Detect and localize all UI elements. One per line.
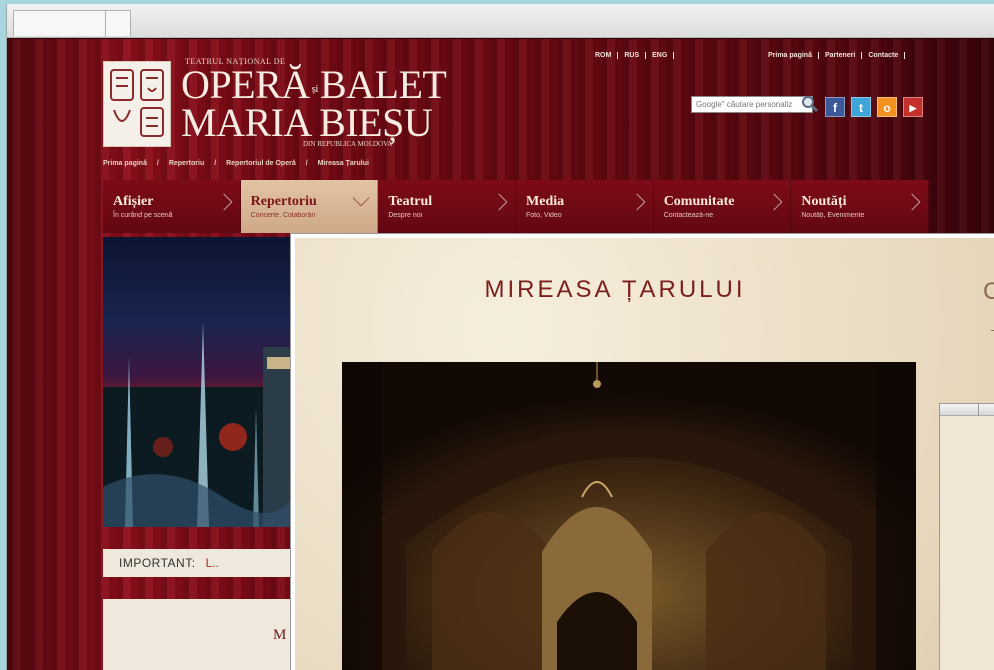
tab-divider: [105, 10, 106, 36]
nav-subtitle: Despre noi: [388, 212, 423, 219]
nav-item-teatrul[interactable]: Teatrul Despre noi: [378, 180, 517, 233]
link-home[interactable]: Prima pagină: [762, 52, 819, 59]
brand-line-2: MARIA BIEȘU: [181, 100, 433, 145]
lang-rus[interactable]: RUS: [618, 52, 647, 59]
nav-item-media[interactable]: Media Foto, Video: [516, 180, 654, 233]
crumb-opera[interactable]: Repertoriul de Operă: [226, 160, 296, 167]
main-nav: Afișier În curând pe scenă Repertoriu Co…: [103, 180, 930, 233]
theatre-logo[interactable]: [103, 61, 171, 147]
browser-toolbar: [7, 4, 994, 38]
link-contacts[interactable]: Contacte: [862, 52, 906, 59]
important-bar: IMPORTANT: L..: [103, 549, 303, 577]
zoom-overlay-window: MIREASA ȚARULUI C: [290, 233, 994, 670]
search-icon[interactable]: [801, 95, 819, 113]
browser-tab[interactable]: [13, 10, 131, 36]
important-link[interactable]: L..: [206, 556, 219, 570]
nav-item-afisier[interactable]: Afișier În curând pe scenă: [103, 180, 241, 233]
opera-title: MIREASA ȚARULUI: [484, 276, 746, 303]
crumb-current: Mireasa Țarului: [317, 160, 369, 167]
content-panel: M: [103, 599, 303, 670]
stage-set-image[interactable]: [342, 362, 916, 670]
nav-item-repertoriu[interactable]: Repertoriu Concerte, Colaborări: [240, 180, 379, 233]
important-label: IMPORTANT:: [119, 556, 196, 570]
nav-item-comunitate[interactable]: Comunitate Contactează-ne: [653, 180, 792, 233]
link-partners[interactable]: Parteneri: [819, 52, 863, 59]
right-text-fragment: C: [983, 278, 994, 305]
breadcrumb: Prima pagină / Repertoriu / Repertoriul …: [103, 160, 377, 167]
lang-rom[interactable]: ROM: [589, 52, 619, 59]
lang-eng[interactable]: ENG: [646, 52, 675, 59]
brand-si: și: [311, 82, 319, 95]
secondary-window: [939, 403, 994, 670]
crumb-sep: /: [305, 160, 308, 167]
nav-subtitle: Noutăți, Evenimente: [801, 212, 865, 219]
top-links: Prima pagină Parteneri Contacte: [762, 52, 906, 59]
hero-banner-image[interactable]: [103, 237, 303, 527]
crumb-home[interactable]: Prima pagină: [103, 160, 147, 167]
youtube-icon[interactable]: ▶: [903, 97, 923, 117]
nav-subtitle: În curând pe scenă: [113, 212, 173, 219]
facebook-icon[interactable]: f: [825, 97, 845, 117]
crumb-sep: /: [156, 160, 159, 167]
toolbar-divider: [978, 404, 979, 416]
crumb-sep: /: [214, 160, 217, 167]
fountain-night-image: [103, 322, 303, 527]
crumb-repertoriu[interactable]: Repertoriu: [169, 160, 204, 167]
odnoklassniki-icon[interactable]: o: [877, 97, 897, 117]
language-switcher: ROM RUS ENG: [589, 52, 675, 59]
nav-subtitle: Foto, Video: [526, 212, 562, 219]
nav-subtitle: Contactează-ne: [663, 212, 714, 219]
nav-item-noutati[interactable]: Noutăți Noutăți, Evenimente: [791, 180, 930, 233]
masks-logo-icon: [110, 69, 164, 137]
twitter-icon[interactable]: t: [851, 97, 871, 117]
overlay-content: MIREASA ȚARULUI C: [295, 238, 994, 670]
panel-title-fragment: M: [273, 627, 287, 643]
search-input[interactable]: Google" căutare personaliz: [691, 96, 813, 113]
brand-subline: DIN REPUBLICA MOLDOVA: [303, 140, 393, 148]
secondary-window-toolbar[interactable]: [940, 404, 994, 416]
nav-subtitle: Concerte, Colaborări: [250, 212, 316, 219]
palace-hall-image: [342, 362, 916, 670]
